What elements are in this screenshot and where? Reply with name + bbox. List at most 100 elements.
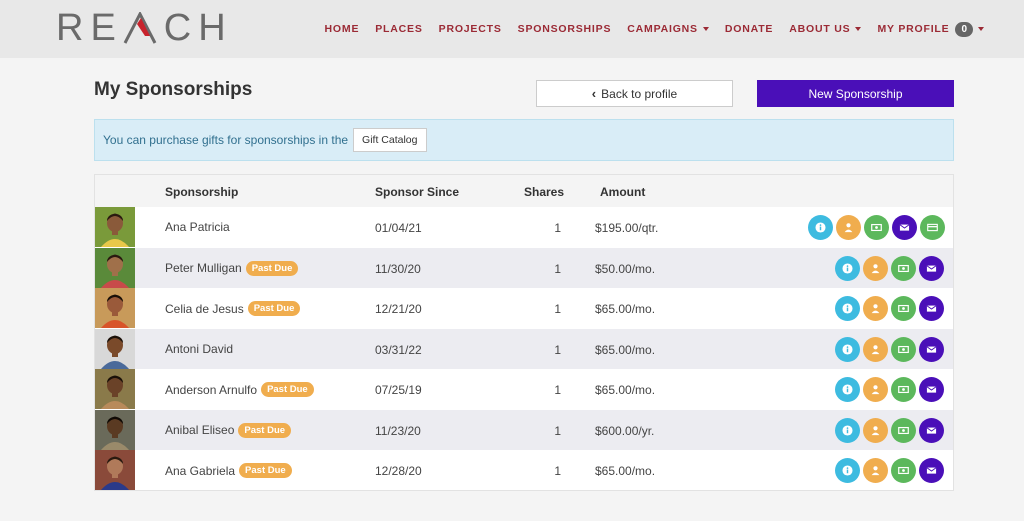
money-icon[interactable] (891, 377, 916, 402)
sponsorship-name[interactable]: Ana Patricia (165, 220, 230, 234)
amount-cell: $65.00/mo. (595, 464, 656, 478)
nav-item-sponsorships[interactable]: SPONSORSHIPS (518, 23, 612, 35)
nav-item-campaigns[interactable]: CAMPAIGNS (627, 23, 709, 35)
table-row: Peter Mulligan Past Due 11/30/20 1 $50.00/mo… (95, 247, 953, 289)
shares-cell: 1 (554, 383, 561, 397)
past-due-badge: Past Due (261, 382, 314, 397)
shares-cell: 1 (554, 423, 561, 438)
user-icon[interactable] (836, 215, 861, 240)
nav-item-label: SPONSORSHIPS (517, 23, 612, 35)
money-icon[interactable] (891, 255, 916, 281)
nav-item-label: ABOUT US (789, 23, 851, 35)
sponsorship-name[interactable]: Anibal Eliseo (165, 423, 234, 437)
envelope-icon[interactable] (919, 255, 944, 281)
sponsorship-name[interactable]: Anderson Arnulfo (165, 383, 257, 397)
shares-cell: 1 (554, 464, 561, 478)
amount-cell: $195.00/qtr. (595, 221, 659, 235)
money-icon[interactable] (891, 458, 916, 483)
child-photo[interactable] (95, 288, 135, 329)
chevron-left-icon: ‹ (591, 86, 597, 101)
sponsorship-name-cell: Antoni David (165, 342, 233, 356)
envelope-icon[interactable] (919, 377, 944, 402)
nav-item-about-us[interactable]: ABOUT US (789, 23, 862, 35)
user-icon[interactable] (863, 417, 888, 443)
top-navbar: RE CH HOME PLACES PROJECTS SPONSORSHIPS CAMP… (0, 0, 1024, 58)
credit-card-icon[interactable] (920, 215, 945, 240)
envelope-icon[interactable] (919, 458, 944, 483)
child-photo[interactable] (95, 247, 135, 289)
amount-cell: $65.00/mo. (595, 383, 656, 397)
child-photo[interactable] (95, 450, 135, 491)
sponsorship-name-cell: Anibal Eliseo Past Due (165, 422, 292, 438)
table-row: Anibal Eliseo Past Due 11/23/20 1 $600.00/yr… (95, 409, 953, 451)
sponsor-since-cell: 01/04/21 (375, 221, 422, 235)
user-icon[interactable] (863, 255, 888, 281)
row-actions (835, 255, 944, 281)
table-row: Anderson Arnulfo Past Due 07/25/19 1 $65.00/… (95, 369, 953, 410)
header-shares: Shares (524, 185, 565, 199)
header-sponsor-since: Sponsor Since (375, 185, 460, 199)
info-icon[interactable] (835, 296, 860, 321)
row-actions (835, 417, 944, 443)
envelope-icon[interactable] (919, 296, 944, 321)
nav-item-projects[interactable]: PROJECTS (439, 23, 502, 35)
amount-cell: $65.00/mo. (595, 342, 656, 357)
row-actions (835, 336, 944, 362)
new-sponsorship-button[interactable]: New Sponsorship (757, 80, 954, 107)
header-amount: Amount (600, 185, 646, 199)
child-photo[interactable] (95, 207, 135, 248)
user-icon[interactable] (863, 336, 888, 362)
nav-item-label: CAMPAIGNS (627, 23, 698, 35)
nav-item-home[interactable]: HOME (325, 23, 360, 35)
child-photo[interactable] (95, 409, 135, 451)
info-icon[interactable] (835, 458, 860, 483)
amount-cell: $65.00/mo. (595, 302, 656, 316)
sponsorship-name-cell: Peter Mulligan Past Due (165, 260, 299, 276)
past-due-badge: Past Due (247, 301, 301, 316)
child-photo[interactable] (95, 328, 135, 370)
user-icon[interactable] (863, 458, 888, 483)
back-to-profile-button[interactable]: ‹ Back to profile (536, 80, 733, 107)
info-icon[interactable] (835, 336, 860, 362)
user-icon[interactable] (863, 377, 888, 402)
nav-item-label: PLACES (375, 23, 423, 35)
money-icon[interactable] (891, 296, 916, 321)
money-icon[interactable] (891, 417, 916, 443)
nav-item-label: DONATE (724, 23, 774, 35)
reach-logo[interactable]: RE CH (56, 9, 233, 47)
sponsorship-name-cell: Ana Patricia (165, 220, 230, 234)
envelope-icon[interactable] (892, 215, 917, 240)
past-due-badge: Past Due (239, 463, 292, 478)
amount-cell: $600.00/yr. (595, 423, 655, 438)
gift-catalog-button[interactable]: Gift Catalog (353, 128, 427, 152)
envelope-icon[interactable] (919, 417, 944, 443)
info-icon[interactable] (835, 377, 860, 402)
row-actions (835, 458, 944, 483)
nav-item-label: MY PROFILE (877, 23, 950, 35)
logo-a-mark-icon (123, 12, 157, 44)
past-due-badge: Past Due (245, 260, 299, 276)
row-actions (808, 215, 945, 240)
sponsorship-name[interactable]: Ana Gabriela (165, 464, 235, 478)
nav-item-my-profile[interactable]: MY PROFILE 0 (877, 21, 984, 37)
money-icon[interactable] (891, 336, 916, 362)
row-actions (835, 377, 944, 402)
sponsorship-name[interactable]: Antoni David (165, 342, 233, 356)
info-icon[interactable] (835, 417, 860, 443)
envelope-icon[interactable] (919, 336, 944, 362)
child-photo[interactable] (95, 369, 135, 410)
nav-item-places[interactable]: PLACES (375, 23, 422, 35)
sponsorship-name-cell: Ana Gabriela Past Due (165, 463, 292, 478)
table-row: Ana Gabriela Past Due 12/28/20 1 $65.00/mo. (95, 450, 953, 491)
nav-item-donate[interactable]: DONATE (725, 23, 773, 35)
caret-down-icon (855, 27, 862, 31)
sponsorship-name-cell: Celia de Jesus Past Due (165, 301, 301, 316)
info-icon[interactable] (835, 255, 860, 281)
table-header: Sponsorship Sponsor Since Shares Amount (95, 175, 953, 207)
sponsorship-name[interactable]: Peter Mulligan (165, 261, 242, 275)
user-icon[interactable] (863, 296, 888, 321)
shares-cell: 1 (554, 261, 561, 276)
info-icon[interactable] (808, 215, 833, 240)
money-icon[interactable] (864, 215, 889, 240)
sponsorship-name[interactable]: Celia de Jesus (165, 302, 244, 316)
